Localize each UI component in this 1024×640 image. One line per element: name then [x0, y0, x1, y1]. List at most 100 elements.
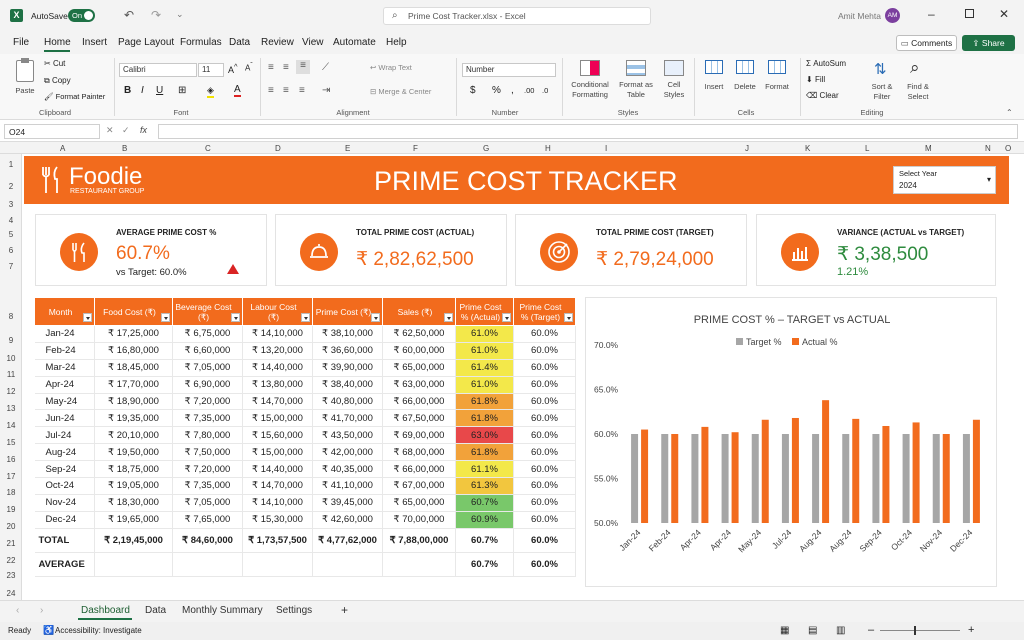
table-cell[interactable]: ₹ 14,40,000	[242, 460, 313, 479]
heatmap-cell[interactable]: 61.8%	[455, 443, 514, 462]
menu-formulas[interactable]: Formulas	[180, 37, 222, 48]
cut-button[interactable]: ✂ Cut	[44, 59, 65, 68]
align-center-icon[interactable]: ≡	[283, 85, 289, 96]
fill-color-icon[interactable]: ◈	[207, 85, 214, 98]
table-cell[interactable]: 60.0%	[513, 325, 576, 343]
table-cell[interactable]: Jan-24	[34, 325, 95, 343]
comma-icon[interactable]: ,	[511, 85, 514, 96]
bold-icon[interactable]: B	[124, 85, 131, 96]
tab-data[interactable]: Data	[145, 605, 166, 616]
table-cell[interactable]: Apr-24	[34, 376, 95, 394]
table-cell[interactable]: ₹ 67,50,000	[382, 409, 456, 428]
row-header[interactable]: 6	[0, 246, 22, 255]
share-button[interactable]: ⇪ Share	[962, 35, 1015, 51]
filter-dropdown-icon[interactable]	[371, 313, 380, 322]
row-header[interactable]: 19	[0, 505, 22, 514]
close-icon[interactable]: ✕	[999, 7, 1009, 21]
column-header-cell[interactable]: Month	[34, 297, 95, 326]
row-header[interactable]: 24	[0, 589, 22, 598]
table-cell[interactable]: 60.0%	[513, 477, 576, 495]
format-cells-button[interactable]: Format	[762, 58, 792, 98]
decrease-decimal-icon[interactable]: .0	[542, 86, 548, 95]
autosum-button[interactable]: Σ AutoSum	[806, 59, 846, 68]
next-sheet-icon[interactable]: ›	[40, 605, 43, 616]
table-cell[interactable]: ₹ 67,00,000	[382, 477, 456, 495]
table-cell[interactable]: ₹ 41,70,000	[312, 409, 383, 428]
column-header[interactable]: E	[345, 144, 350, 153]
table-cell[interactable]: Feb-24	[34, 342, 95, 360]
table-cell[interactable]: ₹ 42,00,000	[312, 443, 383, 462]
sort-filter-button[interactable]: ⇅ Sort & Filter	[866, 58, 898, 106]
filter-dropdown-icon[interactable]	[564, 313, 573, 322]
customize-toolbar-icon[interactable]: ⌄	[176, 9, 184, 20]
column-header[interactable]: H	[545, 144, 551, 153]
prime-cost-chart[interactable]: PRIME COST % – TARGET vs ACTUAL Target % A…	[586, 298, 998, 588]
table-cell[interactable]: ₹ 18,90,000	[94, 393, 173, 411]
avatar[interactable]: AM	[885, 8, 900, 23]
table-cell[interactable]: ₹ 15,00,000	[242, 443, 313, 462]
copy-button[interactable]: ⧉ Copy	[44, 76, 71, 86]
redo-icon[interactable]: ↷	[151, 8, 161, 22]
format-as-table-button[interactable]: Format as Table	[616, 58, 656, 106]
column-header[interactable]: G	[483, 144, 489, 153]
page-layout-view-icon[interactable]: ▤	[808, 625, 817, 636]
accessibility-status[interactable]: Accessibility: Investigate	[55, 626, 142, 635]
currency-icon[interactable]: $	[470, 85, 476, 96]
name-box[interactable]: O24	[4, 124, 100, 139]
table-cell[interactable]: ₹ 2,19,45,000	[94, 527, 173, 553]
table-cell[interactable]: Jun-24	[34, 409, 95, 428]
autosave-toggle[interactable]: On	[68, 9, 95, 22]
italic-icon[interactable]: I	[141, 85, 144, 96]
comments-button[interactable]: ▭ Comments	[896, 35, 957, 51]
paste-button[interactable]: Paste	[10, 58, 40, 102]
heatmap-cell[interactable]: 61.4%	[455, 359, 514, 377]
prev-sheet-icon[interactable]: ‹	[16, 605, 19, 616]
table-cell[interactable]: ₹ 42,60,000	[312, 511, 383, 529]
function-icon[interactable]: fx	[140, 125, 147, 135]
conditional-formatting-button[interactable]: Conditional Formatting	[566, 58, 614, 106]
heatmap-cell[interactable]: 61.0%	[455, 342, 514, 360]
table-cell[interactable]: ₹ 19,35,000	[94, 409, 173, 428]
table-cell[interactable]: ₹ 1,73,57,500	[242, 527, 313, 553]
table-cell[interactable]: ₹ 7,35,000	[172, 409, 243, 428]
column-header[interactable]: F	[413, 144, 418, 153]
heatmap-cell[interactable]: 61.0%	[455, 376, 514, 394]
maximize-icon[interactable]	[965, 9, 974, 18]
table-cell[interactable]: May-24	[34, 393, 95, 411]
clear-button[interactable]: ⌫ Clear	[806, 91, 839, 100]
page-break-view-icon[interactable]: ▥	[836, 625, 845, 636]
column-header-cell[interactable]: Sales (₹)	[382, 297, 456, 326]
column-header-cell[interactable]: Prime Cost (₹)	[312, 297, 383, 326]
table-cell[interactable]: ₹ 41,10,000	[312, 477, 383, 495]
borders-icon[interactable]: ⊞	[178, 85, 186, 96]
column-header[interactable]: M	[925, 144, 932, 153]
table-cell[interactable]: ₹ 18,30,000	[94, 494, 173, 512]
table-cell[interactable]: ₹ 66,00,000	[382, 460, 456, 479]
table-cell[interactable]: 60.7%	[455, 551, 514, 577]
table-cell[interactable]: ₹ 18,75,000	[94, 460, 173, 479]
table-cell[interactable]: ₹ 7,05,000	[172, 494, 243, 512]
table-cell[interactable]: 60.0%	[513, 342, 576, 360]
table-cell[interactable]: ₹ 13,20,000	[242, 342, 313, 360]
menu-automate[interactable]: Automate	[333, 37, 376, 48]
row-header[interactable]: 21	[0, 539, 22, 548]
table-cell[interactable]: AVERAGE	[34, 551, 95, 577]
tab-monthly-summary[interactable]: Monthly Summary	[182, 605, 263, 616]
table-cell[interactable]: Nov-24	[34, 494, 95, 512]
align-middle-icon[interactable]: ≡	[283, 62, 289, 73]
table-cell[interactable]: ₹ 7,05,000	[172, 359, 243, 377]
row-header[interactable]: 1	[0, 160, 22, 169]
table-cell[interactable]: ₹ 6,60,000	[172, 342, 243, 360]
table-cell[interactable]: ₹ 40,80,000	[312, 393, 383, 411]
table-cell[interactable]: 60.0%	[513, 443, 576, 462]
heatmap-cell[interactable]: 60.7%	[455, 494, 514, 512]
increase-decimal-icon[interactable]: .00	[524, 86, 534, 95]
menu-review[interactable]: Review	[261, 37, 294, 48]
row-header[interactable]: 14	[0, 421, 22, 430]
format-painter-button[interactable]: 🖌 Format Painter	[44, 92, 105, 101]
menu-data[interactable]: Data	[229, 37, 250, 48]
table-cell[interactable]: ₹ 19,65,000	[94, 511, 173, 529]
table-cell[interactable]: ₹ 36,60,000	[312, 342, 383, 360]
table-cell[interactable]: ₹ 43,50,000	[312, 426, 383, 445]
font-size-select[interactable]: 11	[198, 63, 224, 77]
